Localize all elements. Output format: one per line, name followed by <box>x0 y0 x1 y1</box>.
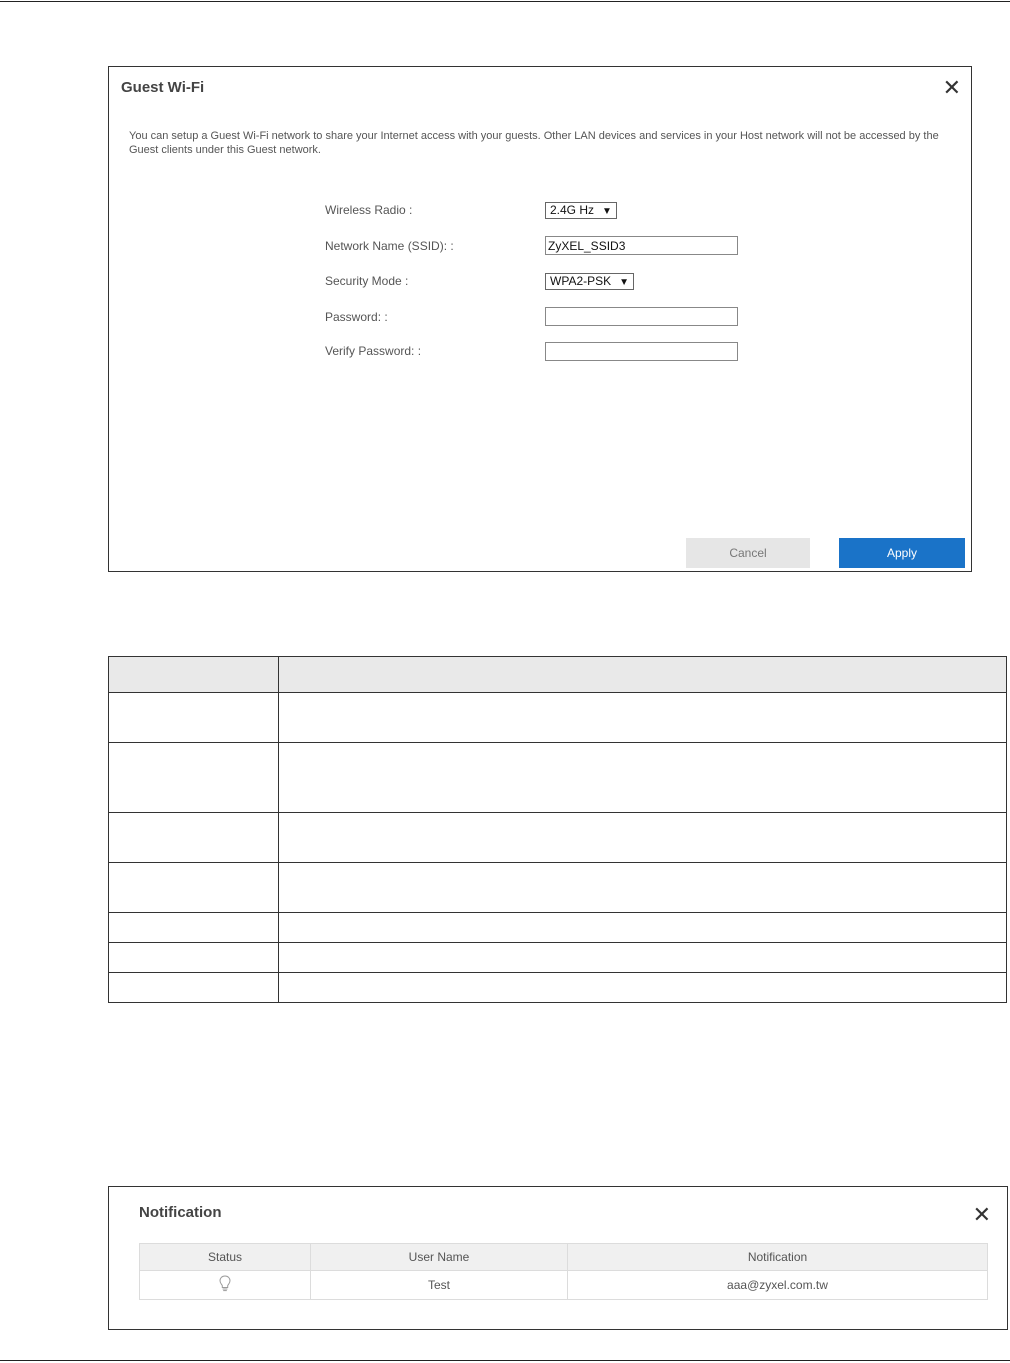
table-row <box>108 972 1007 1003</box>
table-row <box>108 912 1007 943</box>
security-mode-value: WPA2-PSK <box>550 274 612 288</box>
wireless-radio-value: 2.4G Hz <box>550 203 595 217</box>
lightbulb-icon <box>219 1274 231 1296</box>
table-row <box>108 692 1007 743</box>
ssid-input[interactable] <box>545 236 738 255</box>
table-header-cell <box>108 656 279 693</box>
column-header-status: Status <box>139 1243 311 1271</box>
user-name-cell: Test <box>310 1270 568 1300</box>
password-input[interactable] <box>545 307 738 326</box>
caret-down-icon: ▼ <box>602 206 612 217</box>
status-cell <box>139 1270 311 1300</box>
password-label: Password: : <box>325 310 388 324</box>
cancel-button[interactable]: Cancel <box>686 538 810 568</box>
page-bottom-rule <box>0 1360 1010 1361</box>
notification-dialog: Notification ✕ Status User Name Notifica… <box>108 1186 1008 1330</box>
wireless-radio-select[interactable]: 2.4G Hz ▼ <box>545 202 617 219</box>
column-header-user-name: User Name <box>310 1243 568 1271</box>
column-header-notification: Notification <box>567 1243 988 1271</box>
table-header-cell <box>278 656 1007 693</box>
verify-password-label: Verify Password: : <box>325 344 422 358</box>
page-top-rule <box>0 1 1010 2</box>
field-description-table <box>108 656 1007 1003</box>
table-row <box>108 862 1007 913</box>
notification-cell: aaa@zyxel.com.tw <box>567 1270 988 1300</box>
table-row[interactable]: Test aaa@zyxel.com.tw <box>139 1270 988 1300</box>
close-icon[interactable]: ✕ <box>973 1204 991 1226</box>
guest-wifi-title: Guest Wi-Fi <box>121 79 205 96</box>
table-row <box>108 942 1007 973</box>
caret-down-icon: ▼ <box>619 277 630 288</box>
notification-header-row: Status User Name Notification <box>139 1243 988 1271</box>
ssid-label: Network Name (SSID): : <box>325 239 454 253</box>
apply-button[interactable]: Apply <box>839 538 965 568</box>
guest-wifi-description: You can setup a Guest Wi-Fi network to s… <box>129 130 939 156</box>
notification-table: Status User Name Notification Test aaa@z… <box>139 1243 988 1300</box>
notification-title: Notification <box>139 1204 222 1221</box>
verify-password-input[interactable] <box>545 342 738 361</box>
table-row <box>108 742 1007 813</box>
wireless-radio-label: Wireless Radio : <box>325 203 413 217</box>
security-mode-label: Security Mode : <box>325 274 409 288</box>
security-mode-select[interactable]: WPA2-PSK ▼ <box>545 273 635 290</box>
close-icon[interactable]: ✕ <box>943 77 961 99</box>
table-row <box>108 812 1007 863</box>
table-header-row <box>108 656 1007 693</box>
guest-wifi-dialog: Guest Wi-Fi ✕ You can setup a Guest Wi-F… <box>108 66 972 572</box>
